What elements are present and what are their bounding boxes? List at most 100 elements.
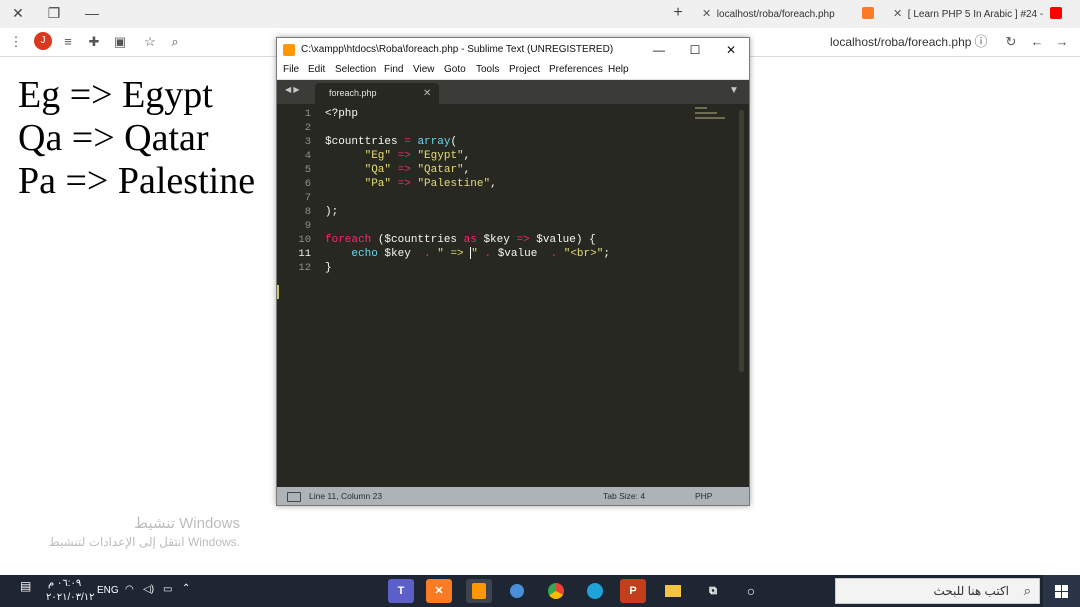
- new-tab-icon[interactable]: +: [666, 2, 690, 24]
- watermark-subtitle: انتقل إلى الإعدادات لتنشيط Windows.: [48, 535, 240, 549]
- clock-date[interactable]: ٢٠٢١/٠٣/١٢: [46, 592, 95, 603]
- menu-project[interactable]: Project: [509, 64, 540, 75]
- close-tab-icon[interactable]: ✕: [702, 3, 714, 25]
- back-arrow-icon[interactable]: ←: [1027, 32, 1047, 52]
- menu-edit[interactable]: Edit: [308, 64, 325, 75]
- tab-foreach-php[interactable]: foreach.php ✕: [315, 83, 439, 104]
- file-explorer-icon[interactable]: [660, 579, 686, 603]
- powerpoint-icon[interactable]: P: [620, 579, 646, 603]
- minimize-icon[interactable]: —: [641, 38, 677, 62]
- edge-icon[interactable]: [582, 579, 608, 603]
- bookmark-star-icon[interactable]: ☆: [140, 32, 160, 52]
- xampp-icon: [862, 7, 874, 20]
- tab-filename: foreach.php: [329, 88, 377, 98]
- line-number: 5: [304, 164, 311, 176]
- avatar[interactable]: J: [34, 32, 52, 50]
- cortana-icon[interactable]: ○: [738, 579, 764, 603]
- code-line-11: echo $key . " => " . $value . "<br>";: [351, 247, 610, 260]
- window-title: C:\xampp\htdocs\Roba\foreach.php - Subli…: [301, 44, 614, 55]
- code-line-12: }: [325, 262, 332, 274]
- output-line: Pa => Palestine: [18, 160, 256, 202]
- menu-goto[interactable]: Goto: [444, 64, 466, 75]
- tab-youtube[interactable]: [1050, 3, 1068, 25]
- line-number: 1: [304, 108, 311, 120]
- menu-kebab-icon[interactable]: ⋮: [6, 32, 26, 52]
- sublime-title-bar[interactable]: C:\xampp\htdocs\Roba\foreach.php - Subli…: [277, 38, 749, 62]
- zoom-search-icon[interactable]: ⌕: [165, 32, 185, 52]
- extensions-puzzle-icon[interactable]: ✚: [84, 32, 104, 52]
- sublime-taskbar-icon[interactable]: [466, 579, 492, 603]
- menu-tools[interactable]: Tools: [476, 64, 499, 75]
- code-line-8: );: [325, 206, 339, 218]
- taskbar-search-box[interactable]: اكتب هنا للبحث ⌕: [835, 578, 1040, 604]
- close-tab-icon[interactable]: ✕: [423, 83, 431, 104]
- tab-dropdown-icon[interactable]: ▼: [729, 85, 739, 96]
- minimize-window-icon[interactable]: —: [80, 2, 104, 24]
- code-line-10: foreach ($counttries as $key => $value) …: [325, 234, 596, 246]
- windows-logo-icon: [1055, 585, 1068, 598]
- sublime-menu-bar: File Edit Selection Find View Goto Tools…: [277, 62, 749, 80]
- page-output: Eg => Egypt Qa => Qatar Pa => Palestine: [18, 74, 255, 203]
- code-editor[interactable]: 1 2 3 4 5 6 7 8 9 10 11 12 <?php $countt…: [277, 104, 749, 487]
- display-icon[interactable]: ▭: [163, 584, 172, 595]
- teams-icon[interactable]: T: [388, 579, 414, 603]
- menu-preferences[interactable]: Preferences: [549, 64, 603, 75]
- forward-arrow-icon[interactable]: →: [1052, 32, 1072, 52]
- site-info-icon[interactable]: ⓘ: [971, 32, 991, 52]
- vertical-scrollbar[interactable]: [739, 110, 744, 372]
- menu-selection[interactable]: Selection: [335, 64, 376, 75]
- current-line-marker: [277, 285, 279, 299]
- volume-icon[interactable]: ◁): [143, 584, 154, 595]
- tab-localhost-foreach[interactable]: ✕ localhost/roba/foreach.php: [702, 3, 852, 25]
- task-view-icon[interactable]: ⧉: [700, 579, 726, 603]
- restore-window-icon[interactable]: ❐: [42, 2, 66, 24]
- tab-size[interactable]: Tab Size: 4: [603, 487, 645, 505]
- tab-learn-php[interactable]: ✕ [ Learn PHP 5 In Arabic ] #24 - Fo: [893, 3, 1043, 25]
- tray-chevron-icon[interactable]: ⌃: [182, 583, 190, 594]
- menu-find[interactable]: Find: [384, 64, 403, 75]
- tab-title: [ Learn PHP 5 In Arabic ] #24 - Fo: [907, 9, 1043, 20]
- close-tab-icon[interactable]: ✕: [893, 3, 905, 25]
- language-indicator[interactable]: ENG: [97, 585, 119, 596]
- minimap[interactable]: [695, 107, 729, 127]
- reload-icon[interactable]: ↻: [1001, 32, 1021, 52]
- chrome-canary-icon[interactable]: [504, 579, 530, 603]
- chrome-icon[interactable]: [543, 579, 569, 603]
- clock-time[interactable]: ٠٦:٠٩ م: [48, 578, 81, 589]
- search-icon: ⌕: [1023, 583, 1031, 598]
- tab-xampp[interactable]: [862, 3, 880, 25]
- reading-list-icon[interactable]: ≡: [58, 32, 78, 52]
- line-number: 8: [304, 206, 311, 218]
- notifications-icon[interactable]: ▤: [20, 579, 31, 593]
- close-window-icon[interactable]: ✕: [6, 2, 30, 24]
- line-number: 11: [298, 248, 311, 260]
- tab-scroll-arrows-icon[interactable]: ◀ ▶: [285, 85, 300, 94]
- address-bar-url[interactable]: localhost/roba/foreach.php: [830, 35, 971, 49]
- output-line: Qa => Qatar: [18, 117, 209, 159]
- extension-icon[interactable]: ▣: [110, 32, 130, 52]
- panel-toggle-icon[interactable]: [287, 492, 301, 502]
- line-number: 2: [304, 122, 311, 134]
- line-number: 3: [304, 136, 311, 148]
- syntax-mode[interactable]: PHP: [695, 487, 712, 505]
- line-number: 6: [304, 178, 311, 190]
- youtube-icon: [1050, 7, 1062, 20]
- start-button[interactable]: [1043, 575, 1080, 607]
- line-number: 4: [304, 150, 311, 162]
- code-line-1: <?php: [325, 108, 359, 120]
- code-line-5: "Qa" => "Qatar",: [364, 164, 471, 176]
- line-number: 7: [304, 192, 311, 204]
- menu-help[interactable]: Help: [608, 64, 629, 75]
- menu-view[interactable]: View: [413, 64, 435, 75]
- close-icon[interactable]: ✕: [713, 38, 749, 62]
- line-number: 9: [304, 220, 311, 232]
- sublime-status-bar: Line 11, Column 23 Tab Size: 4 PHP: [277, 487, 749, 505]
- xampp-icon[interactable]: ✕: [426, 579, 452, 603]
- tab-title: localhost/roba/foreach.php: [716, 9, 835, 20]
- menu-file[interactable]: File: [283, 64, 299, 75]
- line-number: 12: [298, 262, 311, 274]
- wifi-icon[interactable]: ◠: [125, 584, 134, 595]
- maximize-icon[interactable]: ☐: [677, 38, 713, 62]
- line-number: 10: [298, 234, 311, 246]
- windows-activation-watermark: تنشيط Windows انتقل إلى الإعدادات لتنشيط…: [49, 514, 240, 549]
